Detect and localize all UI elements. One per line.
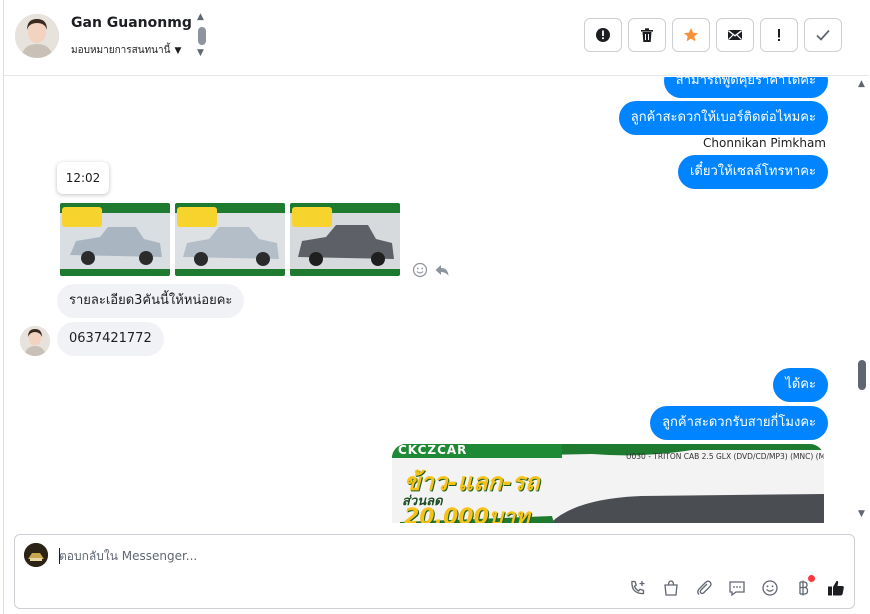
smiley-icon[interactable] bbox=[412, 262, 428, 278]
star-icon bbox=[684, 28, 698, 42]
page-avatar bbox=[24, 543, 48, 567]
saved-replies-button[interactable] bbox=[727, 578, 747, 598]
emoji-button[interactable] bbox=[760, 578, 780, 598]
exclamation-icon bbox=[778, 29, 780, 41]
smiley-icon bbox=[762, 580, 778, 596]
conversation-panel: Gan Guanonmg มอบหมายการสนทนานี้ ▼ ▲ ▼ สา… bbox=[3, 0, 869, 614]
scroll-down-icon[interactable]: ▼ bbox=[858, 509, 865, 519]
assign-conversation-dropdown[interactable]: มอบหมายการสนทนานี้ ▼ bbox=[71, 43, 181, 58]
trash-icon bbox=[641, 28, 653, 42]
scrollbar-thumb[interactable] bbox=[858, 360, 866, 390]
message-thread[interactable]: สามารถพูดคุยราคาได้คะ ลูกค้าสะดวกให้เบอร… bbox=[4, 77, 856, 523]
star-button[interactable] bbox=[672, 18, 710, 52]
check-icon bbox=[816, 29, 830, 41]
reply-input[interactable] bbox=[59, 544, 659, 568]
text-cursor bbox=[59, 548, 60, 564]
chevron-up-icon[interactable]: ▲ bbox=[197, 12, 204, 22]
contact-name[interactable]: Gan Guanonmg bbox=[71, 15, 192, 31]
shopping-bag-icon bbox=[664, 580, 678, 596]
incoming-message[interactable]: รายละเอียด3คันนี้ให้หน่อยคะ bbox=[57, 284, 245, 318]
banner-model-line: U030 - TRITON CAB 2.5 GLX (DVD/CD/MP3) (… bbox=[626, 452, 824, 461]
car-photo-attachment[interactable] bbox=[290, 203, 400, 276]
contact-avatar[interactable] bbox=[20, 326, 50, 356]
attach-button[interactable] bbox=[694, 578, 714, 598]
car-photo-attachment[interactable] bbox=[60, 203, 170, 276]
reply-icon[interactable] bbox=[434, 262, 450, 278]
car-promo-image[interactable]: CKCZCAR U030 - TRITON CAB 2.5 GLX (DVD/C… bbox=[392, 444, 824, 523]
composer-toolbar bbox=[628, 575, 846, 598]
paperclip-icon bbox=[697, 580, 712, 595]
sender-name: Chonnikan Pimkham bbox=[703, 136, 826, 150]
thumbs-up-icon bbox=[828, 580, 844, 596]
spam-button[interactable] bbox=[584, 18, 622, 52]
payment-button[interactable] bbox=[793, 575, 815, 598]
call-button[interactable] bbox=[628, 578, 648, 598]
banner-discount-value: 20,000บาท bbox=[404, 505, 530, 523]
navigator-handle[interactable] bbox=[198, 27, 206, 45]
outgoing-message[interactable]: สามารถพูดคุยราคาได้คะ bbox=[663, 77, 828, 98]
header-actions bbox=[584, 18, 842, 52]
phone-add-icon bbox=[631, 580, 645, 595]
scroll-up-icon[interactable]: ▲ bbox=[858, 79, 865, 89]
delete-button[interactable] bbox=[628, 18, 666, 52]
outgoing-message[interactable]: ลูกค้าสะดวกรับสายกี่โมงคะ bbox=[650, 406, 828, 440]
outgoing-message[interactable]: ได้คะ bbox=[773, 368, 828, 402]
banner-brand: CKCZCAR bbox=[398, 444, 468, 457]
like-button[interactable] bbox=[826, 578, 846, 598]
conversation-header: Gan Guanonmg มอบหมายการสนทนานี้ ▼ ▲ ▼ bbox=[4, 0, 869, 76]
notification-dot bbox=[808, 575, 815, 582]
incoming-message[interactable]: 0637421772 bbox=[57, 322, 164, 356]
timestamp-tooltip: 12:02 bbox=[57, 162, 109, 194]
outgoing-message[interactable]: เดี๋ยวให้เซลล์โทรหาคะ bbox=[677, 155, 828, 189]
contact-avatar[interactable] bbox=[15, 14, 59, 58]
done-button[interactable] bbox=[804, 18, 842, 52]
follow-up-button[interactable] bbox=[760, 18, 798, 52]
reply-composer bbox=[14, 534, 855, 609]
thread-scrollbar[interactable]: ▲ ▼ bbox=[856, 77, 869, 523]
alert-circle-icon bbox=[596, 28, 610, 42]
shop-button[interactable] bbox=[661, 578, 681, 598]
chat-bubble-icon bbox=[729, 581, 745, 597]
chevron-down-icon[interactable]: ▼ bbox=[197, 48, 204, 58]
outgoing-message[interactable]: ลูกค้าสะดวกให้เบอร์ติดต่อไหมคะ bbox=[618, 101, 828, 135]
conversation-navigator[interactable]: ▲ ▼ bbox=[196, 12, 208, 60]
message-reactions bbox=[412, 262, 450, 278]
assign-label: มอบหมายการสนทนานี้ bbox=[71, 45, 171, 56]
mark-unread-button[interactable] bbox=[716, 18, 754, 52]
envelope-icon bbox=[728, 30, 742, 40]
image-attachments bbox=[60, 203, 400, 276]
car-photo-attachment[interactable] bbox=[175, 203, 285, 276]
caret-down-icon: ▼ bbox=[174, 45, 182, 56]
